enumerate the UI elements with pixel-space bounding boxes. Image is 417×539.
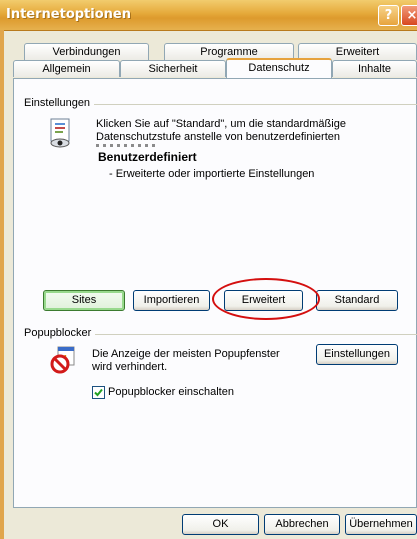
tab-allgemein[interactable]: Allgemein	[13, 60, 120, 77]
settings-group-label: Einstellungen	[24, 97, 95, 109]
popup-blocker-checkbox[interactable]	[92, 386, 105, 399]
truncated-line-fragment	[96, 144, 158, 147]
popup-settings-button[interactable]: Einstellungen	[316, 344, 398, 365]
tab-datenschutz[interactable]: Datenschutz	[226, 58, 332, 78]
cancel-button[interactable]: Abbrechen	[264, 514, 340, 535]
settings-description-line1: Klicken Sie auf "Standard", um die stand…	[96, 118, 346, 130]
sites-button[interactable]: Sites	[43, 290, 125, 311]
apply-button[interactable]: Übernehmen	[345, 514, 417, 535]
popup-blocker-icon: !	[50, 346, 76, 374]
close-button[interactable]: ×	[401, 5, 417, 26]
popup-group-label: Popupblocker	[24, 327, 96, 339]
annotation-circle	[212, 278, 320, 320]
default-button[interactable]: Standard	[316, 290, 398, 311]
title-bar: Internetoptionen ? ×	[0, 0, 417, 31]
import-button[interactable]: Importieren	[133, 290, 210, 311]
popup-description-line2: wird verhindert.	[92, 361, 168, 373]
window-frame-left	[0, 30, 4, 539]
tab-sicherheit[interactable]: Sicherheit	[120, 60, 226, 77]
checkmark-icon	[94, 388, 103, 397]
tab-verbindungen[interactable]: Verbindungen	[24, 43, 149, 60]
popup-blocker-checkbox-label: Popupblocker einschalten	[108, 386, 234, 398]
privacy-level-detail: - Erweiterte oder importierte Einstellun…	[109, 168, 315, 180]
privacy-icon	[48, 118, 72, 148]
tab-inhalte[interactable]: Inhalte	[332, 60, 417, 77]
window-title: Internetoptionen	[6, 7, 131, 22]
popup-description-line1: Die Anzeige der meisten Popupfenster	[92, 348, 280, 360]
privacy-level-title: Benutzerdefiniert	[98, 150, 197, 164]
ok-button[interactable]: OK	[182, 514, 259, 535]
help-button[interactable]: ?	[378, 5, 399, 26]
settings-description-line2: Datenschutzstufe anstelle von benutzerde…	[96, 131, 340, 143]
